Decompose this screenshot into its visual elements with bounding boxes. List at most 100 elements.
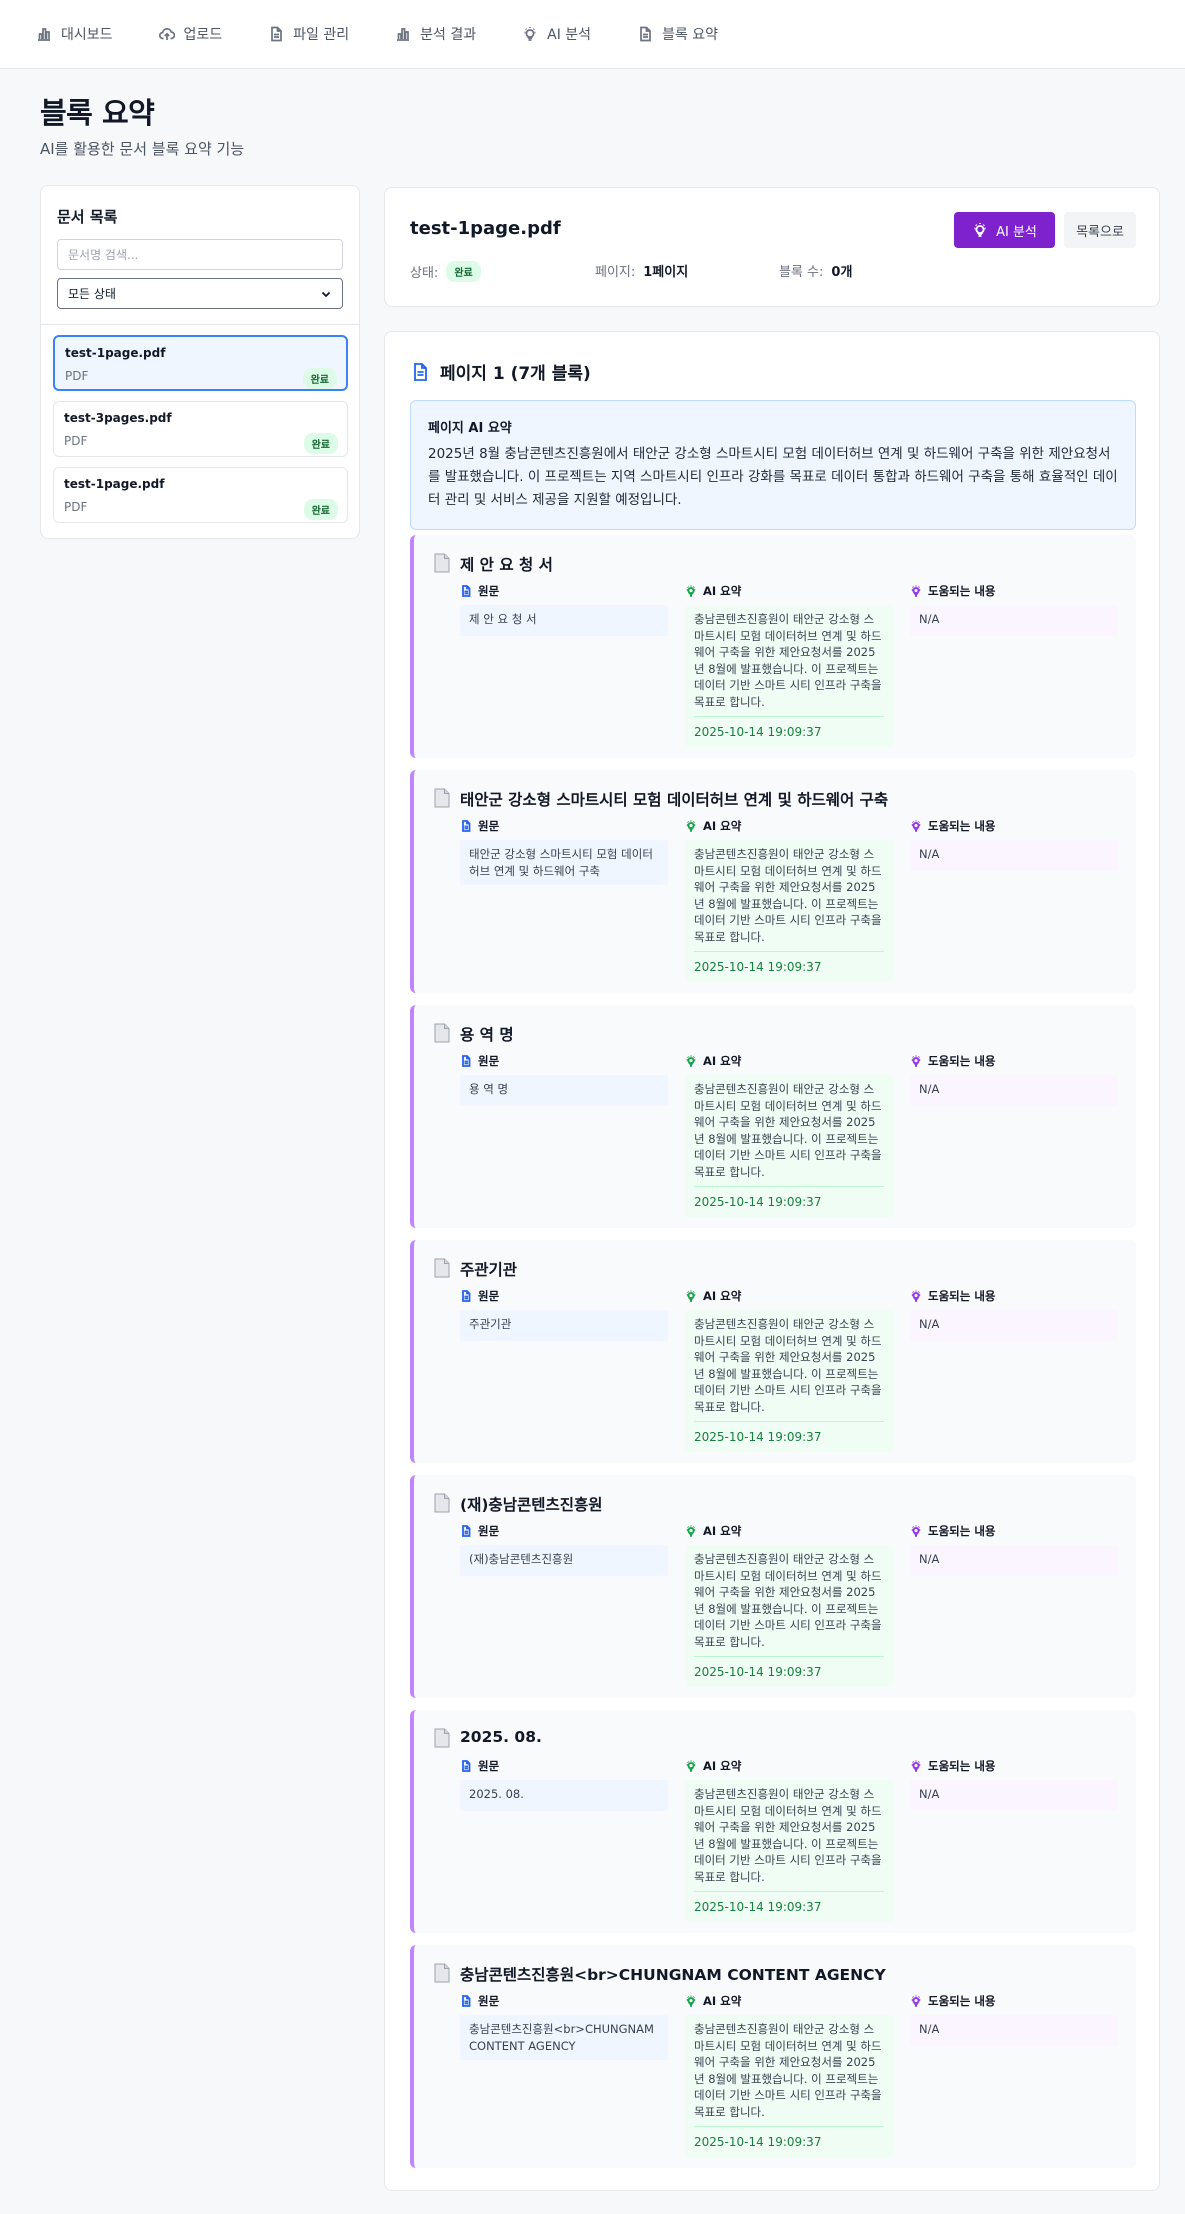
block-title: 용 역 명 xyxy=(460,1026,514,1044)
pages-meta: 페이지: 1페이지 xyxy=(595,261,688,280)
helpful-column: 도움되는 내용 N/A xyxy=(910,1053,1118,1106)
helpful-text: N/A xyxy=(910,1545,1118,1576)
ai-summary-header: AI 요약 xyxy=(685,818,893,834)
original-header: 원문 xyxy=(460,1993,668,2009)
ai-summary-column: AI 요약 충남콘텐츠진흥원이 태안군 강소형 스마트시티 모험 데이터허브 연계… xyxy=(685,583,893,747)
original-header: 원문 xyxy=(460,1758,668,1774)
blocks-label: 블록 수: xyxy=(779,265,824,280)
page-header: 블록 요약 AI를 활용한 문서 블록 요약 기능 xyxy=(40,90,244,159)
ai-analysis-button[interactable]: AI 분석 xyxy=(954,212,1055,248)
lightbulb-icon xyxy=(911,1525,921,1537)
original-header: 원문 xyxy=(460,818,668,834)
original-column: 원문 2025. 08. xyxy=(460,1758,668,1811)
lightbulb-icon xyxy=(686,1055,696,1067)
document-type: PDF xyxy=(64,500,88,514)
status-badge: 완료 xyxy=(302,368,337,389)
helpful-header: 도움되는 내용 xyxy=(910,1993,1118,2009)
file-icon xyxy=(462,585,471,597)
nav-label: 블록 요약 xyxy=(662,27,719,43)
page-blocks-card: 페이지 1 (7개 블록) 페이지 AI 요약 2025년 8월 충남콘텐츠진흥… xyxy=(384,331,1160,2191)
document-icon xyxy=(414,362,427,381)
status-filter-value: 모든 상태 xyxy=(68,287,116,301)
nav-item-analysis-results[interactable]: 분석 결과 xyxy=(395,0,476,69)
document-search-input[interactable] xyxy=(57,239,343,270)
text-block-card: 제 안 요 청 서원문 제 안 요 청 서 AI 요약 충남콘텐츠진흥원이 태안군 강… xyxy=(410,535,1136,758)
ai-summary-timestamp: 2025-10-14 19:09:37 xyxy=(694,1186,884,1211)
blocks-meta: 블록 수: 0개 xyxy=(779,261,852,280)
top-navigation: 대시보드 업로드 파일 관리 분석 결과 AI 분석 블록 요약 xyxy=(0,0,1185,69)
back-to-list-button[interactable]: 목록으로 xyxy=(1064,212,1136,248)
document-list-item[interactable]: test-1page.pdf PDF 완료 xyxy=(53,335,348,391)
helpful-label: 도움되는 내용 xyxy=(928,1054,996,1068)
status-badge: 완료 xyxy=(446,261,481,282)
original-column: 원문 제 안 요 청 서 xyxy=(460,583,668,636)
text-block-card: (재)충남콘텐츠진흥원 원문 (재)충남콘텐츠진흥원 AI 요약 충남콘텐츠진흥원이 태… xyxy=(410,1475,1136,1698)
original-text: 2025. 08. xyxy=(460,1780,668,1811)
file-icon xyxy=(462,1995,471,2007)
page-icon xyxy=(434,1963,450,1983)
helpful-column: 도움되는 내용 N/A xyxy=(910,818,1118,871)
original-text: 용 역 명 xyxy=(460,1075,668,1106)
ai-summary-column: AI 요약 충남콘텐츠진흥원이 태안군 강소형 스마트시티 모험 데이터허브 연계… xyxy=(685,1993,893,2157)
ai-summary-text: 충남콘텐츠진흥원이 태안군 강소형 스마트시티 모험 데이터허브 연계 및 하드… xyxy=(694,1787,882,1884)
ai-summary-box: 충남콘텐츠진흥원이 태안군 강소형 스마트시티 모험 데이터허브 연계 및 하드… xyxy=(685,1310,893,1452)
bar-chart-icon xyxy=(38,28,50,41)
text-block-card: 태안군 강소형 스마트시티 모험 데이터허브 연계 및 하드웨어 구축 원문 태안군… xyxy=(410,770,1136,993)
nav-item-ai-analysis[interactable]: AI 분석 xyxy=(522,0,591,69)
document-list-panel: 문서 목록 모든 상태 test-1page.pdf PDF 완료 test-3… xyxy=(40,185,360,539)
status-filter-select[interactable]: 모든 상태 xyxy=(57,278,343,309)
original-label: 원문 xyxy=(478,1994,500,2008)
ai-summary-text: 충남콘텐츠진흥원이 태안군 강소형 스마트시티 모험 데이터허브 연계 및 하드… xyxy=(694,847,882,944)
status-meta: 상태: 완료 xyxy=(410,261,481,282)
document-list-item[interactable]: test-1page.pdf PDF 완료 xyxy=(53,467,348,523)
file-icon xyxy=(462,820,471,832)
document-name: test-3pages.pdf xyxy=(64,411,172,425)
text-block-card: 용 역 명 원문 용 역 명 AI 요약 충남콘텐츠진흥원이 태안군 강소형 스마트시티… xyxy=(410,1005,1136,1228)
lightbulb-icon xyxy=(911,1290,921,1302)
lightbulb-icon xyxy=(686,1760,696,1772)
nav-item-upload[interactable]: 업로드 xyxy=(158,0,222,69)
ai-summary-label: AI 요약 xyxy=(703,1054,742,1068)
helpful-label: 도움되는 내용 xyxy=(928,1524,996,1538)
nav-item-file-management[interactable]: 파일 관리 xyxy=(268,0,349,69)
page-icon xyxy=(434,1728,450,1748)
ai-summary-box: 충남콘텐츠진흥원이 태안군 강소형 스마트시티 모험 데이터허브 연계 및 하드… xyxy=(685,1075,893,1217)
original-header: 원문 xyxy=(460,1288,668,1304)
ai-summary-timestamp: 2025-10-14 19:09:37 xyxy=(694,1656,884,1681)
ai-summary-column: AI 요약충남콘텐츠진흥원이 태안군 강소형 스마트시티 모험 데이터허브 연계… xyxy=(685,1053,893,1217)
ai-summary-label: AI 요약 xyxy=(703,1994,742,2008)
original-header: 원문 xyxy=(460,1053,668,1069)
ai-summary-timestamp: 2025-10-14 19:09:37 xyxy=(694,951,884,976)
helpful-text: N/A xyxy=(910,840,1118,871)
pages-label: 페이지: xyxy=(595,265,636,280)
ai-summary-box: 충남콘텐츠진흥원이 태안군 강소형 스마트시티 모험 데이터허브 연계 및 하드… xyxy=(685,1780,893,1922)
original-text: 주관기관 xyxy=(460,1310,668,1341)
helpful-column: 도움되는 내용 N/A xyxy=(910,1288,1118,1341)
document-list-title: 문서 목록 xyxy=(57,208,118,226)
page-icon xyxy=(434,1493,450,1513)
status-badge: 완료 xyxy=(303,499,338,520)
block-title: 제 안 요 청 서 xyxy=(460,556,553,574)
nav-item-dashboard[interactable]: 대시보드 xyxy=(36,0,113,69)
ai-summary-label: AI 요약 xyxy=(703,1759,742,1773)
nav-item-block-summary[interactable]: 블록 요약 xyxy=(637,0,718,69)
original-header: 원문 xyxy=(460,583,668,599)
nav-label: 파일 관리 xyxy=(293,27,350,43)
page-subtitle: AI를 활용한 문서 블록 요약 기능 xyxy=(40,140,245,158)
page-ai-summary-title: 페이지 AI 요약 xyxy=(428,421,512,436)
ai-summary-column: AI 요약충남콘텐츠진흥원이 태안군 강소형 스마트시티 모험 데이터허브 연계… xyxy=(685,818,893,982)
pages-value: 1페이지 xyxy=(643,265,689,280)
page-icon xyxy=(434,1023,450,1043)
document-name: test-1page.pdf xyxy=(64,477,165,491)
ai-summary-label: AI 요약 xyxy=(703,584,742,598)
ai-summary-timestamp: 2025-10-14 19:09:37 xyxy=(694,1891,884,1916)
ai-summary-label: AI 요약 xyxy=(703,819,742,833)
helpful-header: 도움되는 내용 xyxy=(910,1053,1118,1069)
helpful-label: 도움되는 내용 xyxy=(928,584,996,598)
document-list-item[interactable]: test-3pages.pdf PDF 완료 xyxy=(53,401,348,457)
page-icon xyxy=(434,1258,450,1278)
page-icon xyxy=(434,553,450,573)
ai-summary-text: 충남콘텐츠진흥원이 태안군 강소형 스마트시티 모험 데이터허브 연계 및 하드… xyxy=(694,1317,882,1414)
lightbulb-icon xyxy=(686,1525,696,1537)
ai-summary-header: AI 요약 xyxy=(685,583,893,599)
